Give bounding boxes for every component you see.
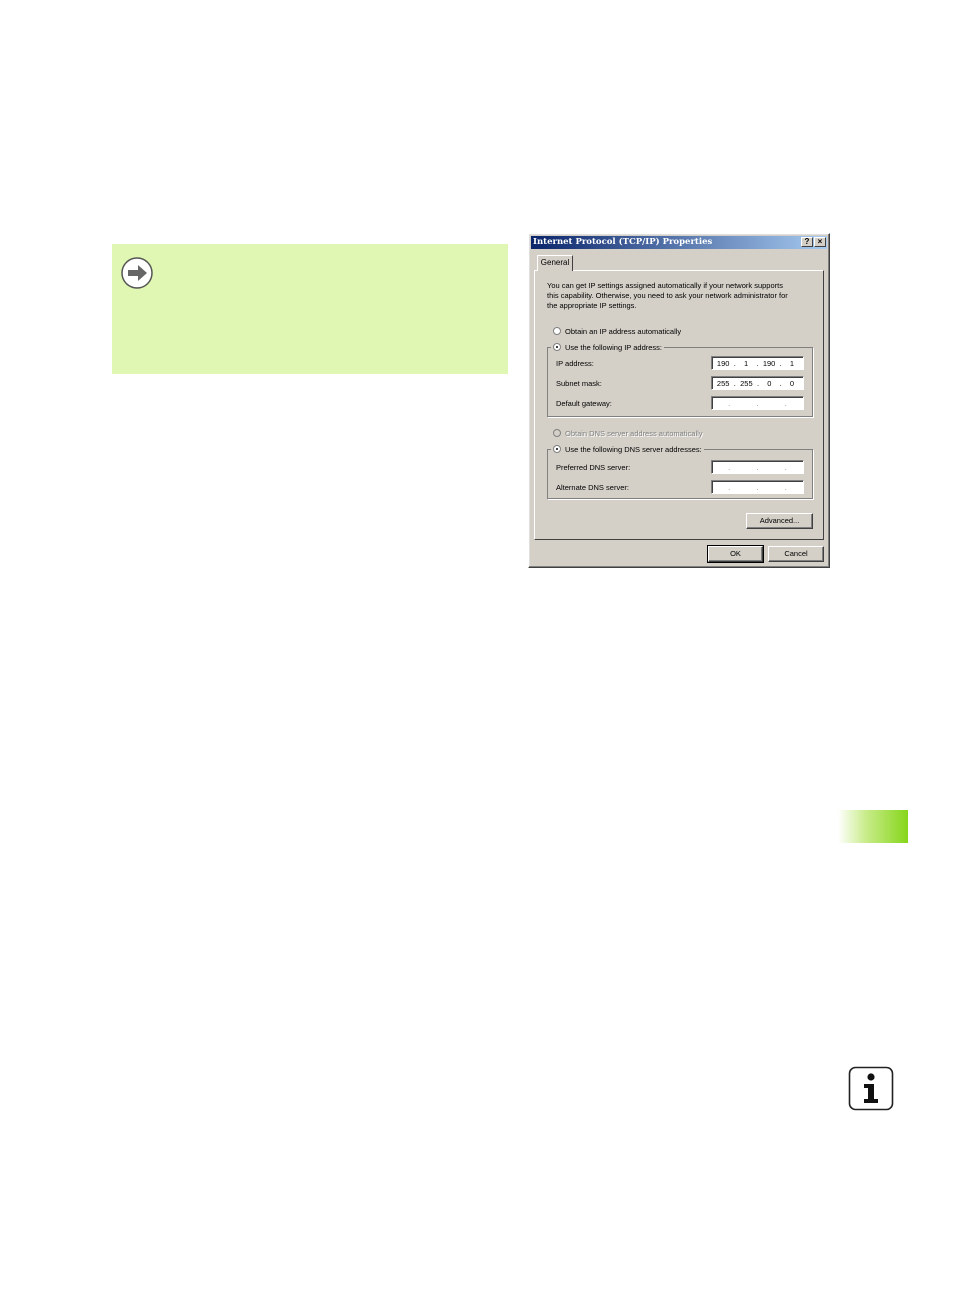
ip-separator: . — [733, 358, 736, 368]
alternate-dns-row: Alternate DNS server: . . . — [556, 480, 804, 494]
ip-separator: . — [728, 482, 731, 492]
use-dns-label: Use the following DNS server addresses: — [565, 444, 702, 454]
ip-separator: . — [733, 378, 736, 388]
ip-separator: . — [728, 462, 731, 472]
ip-separator: . — [756, 378, 760, 388]
ip-address-input[interactable]: 190 . 1 . 190 . 1 — [711, 356, 804, 370]
ip-separator: . — [756, 462, 759, 472]
ip-separator: . — [784, 462, 787, 472]
ip-separator: . — [756, 358, 759, 368]
use-dns-radio[interactable] — [553, 445, 561, 453]
tcpip-properties-dialog: Internet Protocol (TCP/IP) Properties ? … — [528, 233, 830, 568]
ip-address-group: IP address: 190 . 1 . 190 . 1 Subnet mas… — [547, 347, 813, 417]
info-icon — [848, 1066, 894, 1111]
tab-general[interactable]: General — [537, 255, 573, 271]
preferred-dns-input[interactable]: . . . — [711, 460, 804, 474]
advanced-button[interactable]: Advanced... — [746, 513, 813, 529]
close-button[interactable]: × — [814, 237, 826, 247]
default-gateway-input[interactable]: . . . — [711, 396, 804, 410]
mask-octet-4: 0 — [789, 378, 795, 388]
ip-separator: . — [756, 482, 759, 492]
obtain-dns-label: Obtain DNS server address automatically — [565, 428, 703, 438]
ip-separator: . — [784, 482, 787, 492]
ip-address-label: IP address: — [556, 358, 594, 368]
obtain-dns-option[interactable]: Obtain DNS server address automatically — [553, 427, 703, 439]
obtain-ip-radio[interactable] — [553, 327, 561, 335]
dialog-title: Internet Protocol (TCP/IP) Properties — [533, 237, 713, 247]
obtain-ip-option[interactable]: Obtain an IP address automatically — [553, 325, 681, 337]
default-gateway-label: Default gateway: — [556, 398, 612, 408]
ip-separator: . — [756, 398, 759, 408]
obtain-dns-radio[interactable] — [553, 429, 561, 437]
ip-octet-4: 1 — [789, 358, 795, 368]
dialog-titlebar: Internet Protocol (TCP/IP) Properties ? … — [531, 236, 827, 249]
ip-octet-1: 190 — [716, 358, 730, 368]
ip-separator: . — [728, 398, 731, 408]
help-button[interactable]: ? — [801, 237, 813, 247]
chapter-side-tab — [838, 810, 908, 843]
preferred-dns-label: Preferred DNS server: — [556, 462, 631, 472]
alternate-dns-label: Alternate DNS server: — [556, 482, 629, 492]
subnet-mask-input[interactable]: 255 . 255 . 0 . 0 — [711, 376, 804, 390]
general-tab-panel: You can get IP settings assigned automat… — [534, 270, 824, 540]
obtain-ip-label: Obtain an IP address automatically — [565, 326, 682, 336]
use-ip-label: Use the following IP address: — [565, 342, 662, 352]
ip-separator: . — [779, 358, 782, 368]
preferred-dns-row: Preferred DNS server: . . . — [556, 460, 804, 474]
use-ip-option[interactable]: Use the following IP address: — [551, 341, 664, 353]
subnet-mask-label: Subnet mask: — [556, 378, 602, 388]
mask-octet-2: 255 — [740, 378, 753, 388]
ip-address-row: IP address: 190 . 1 . 190 . 1 — [556, 356, 804, 370]
ip-octet-3: 190 — [762, 358, 776, 368]
use-dns-option[interactable]: Use the following DNS server addresses: — [551, 443, 704, 455]
alternate-dns-input[interactable]: . . . — [711, 480, 804, 494]
ok-button[interactable]: OK — [707, 545, 764, 563]
subnet-mask-row: Subnet mask: 255 . 255 . 0 . 0 — [556, 376, 804, 390]
ip-octet-2: 1 — [744, 358, 749, 368]
ip-separator: . — [779, 378, 782, 388]
description-text: You can get IP settings assigned automat… — [547, 281, 788, 310]
dns-group: Preferred DNS server: . . . Alternate DN… — [547, 449, 813, 499]
mask-octet-1: 255 — [716, 378, 730, 388]
cancel-button[interactable]: Cancel — [768, 546, 824, 562]
mask-octet-3: 0 — [767, 378, 772, 388]
arrow-right-circle-icon — [121, 257, 153, 289]
note-box — [112, 244, 508, 374]
default-gateway-row: Default gateway: . . . — [556, 396, 804, 410]
ip-separator: . — [784, 398, 787, 408]
use-ip-radio[interactable] — [553, 343, 561, 351]
